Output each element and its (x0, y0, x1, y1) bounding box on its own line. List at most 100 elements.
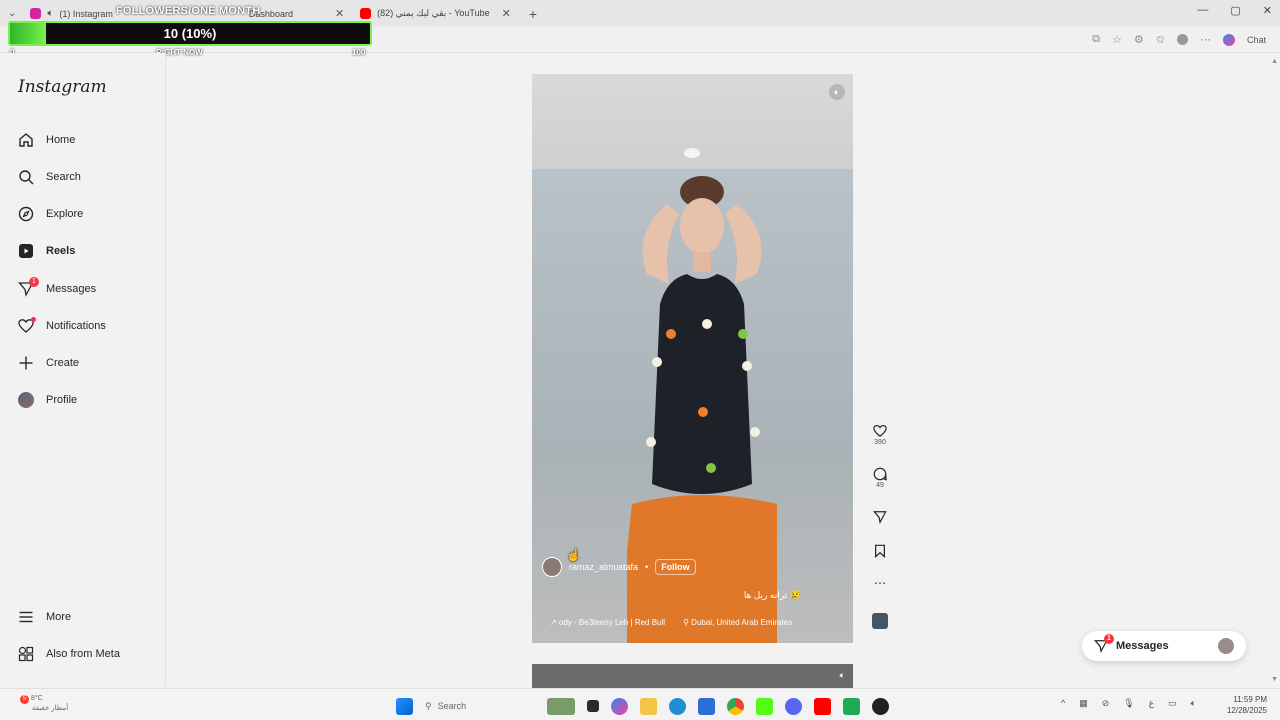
new-tab-button[interactable]: + (529, 6, 537, 22)
toolbar-icons: ⧉ ☆ ⚙ ✩ ⋯ Chat (1092, 33, 1266, 46)
sidebar-item-label: Search (46, 171, 81, 183)
avatar (18, 392, 34, 408)
messages-badge: 1 (1104, 634, 1114, 644)
discord-icon[interactable] (785, 697, 802, 715)
display-icon[interactable]: ▭ (1168, 698, 1177, 709)
maximize-button[interactable]: ▢ (1230, 4, 1240, 17)
close-window-button[interactable]: ✕ (1263, 4, 1272, 17)
meta-apps-icon (18, 646, 34, 662)
sidebar-item-create[interactable]: Create (18, 355, 79, 371)
reel-author-avatar[interactable] (542, 557, 562, 577)
sidebar-item-messages[interactable]: 1 Messages (18, 277, 96, 297)
sidebar-item-search[interactable]: Search (18, 169, 81, 185)
location-pin-icon: ⚲ (683, 618, 689, 627)
comment-icon (873, 467, 887, 481)
tray-app-icon[interactable]: ▦ (1079, 698, 1088, 709)
reel-author-separator: • (645, 562, 649, 572)
tab-close-icon[interactable]: ✕ (335, 7, 344, 20)
reels-icon (18, 243, 34, 259)
more-options-icon[interactable]: ⋯ (870, 576, 890, 590)
weather-temp: 8°C (31, 695, 43, 702)
chrome-icon[interactable] (727, 697, 744, 715)
audio-icon[interactable]: 🔈︎ (47, 8, 53, 19)
reel-author-username[interactable]: ramaz_almustafa (569, 562, 638, 572)
app-dark-icon[interactable] (872, 697, 889, 715)
extensions-icon[interactable]: ⚙ (1134, 33, 1144, 46)
audio-thumbnail[interactable] (872, 613, 888, 629)
next-reel-preview[interactable]: 🔈︎ (532, 664, 853, 688)
edge-icon[interactable] (669, 697, 686, 715)
weather-badge: 5 (20, 695, 29, 704)
sidebar-item-notifications[interactable]: Notifications (18, 317, 106, 334)
windows-start-icon[interactable] (396, 697, 413, 715)
favorite-star-icon[interactable]: ☆ (1112, 33, 1122, 46)
instagram-sidebar: Instagram Home Search Explore Reels 1 Me… (0, 53, 166, 687)
system-tray: ^ ▦ ⊘ 🎙︎ ع ▭ 🔈︎ (1061, 698, 1196, 709)
copilot-app-icon[interactable] (611, 697, 628, 715)
weather-widget[interactable]: 5 8°C أمطار خفيفة (20, 694, 68, 714)
tab-list-chevron-icon[interactable]: ⌄ (0, 8, 22, 19)
taskbar-search[interactable]: ⚲ Search (425, 696, 535, 716)
profile-avatar-icon[interactable] (1176, 34, 1188, 45)
language-indicator[interactable]: ع (1149, 698, 1154, 709)
reel-caption[interactable]: ترانه ريل ها 😢 (744, 590, 801, 601)
favorites-icon[interactable]: ✩ (1156, 33, 1165, 46)
heart-icon (18, 317, 36, 334)
sidebar-item-explore[interactable]: Explore (18, 206, 83, 222)
sidebar-item-label: More (46, 611, 72, 623)
taskbar-clock[interactable]: 11:59 PM 12/28/2025 (1227, 694, 1267, 716)
reel-ceiling (532, 74, 853, 169)
taskbar-search-label: Search (437, 701, 467, 711)
app-green-icon[interactable] (843, 697, 860, 715)
store-icon[interactable] (698, 697, 715, 715)
copilot-icon[interactable] (1222, 33, 1235, 46)
save-button[interactable] (870, 544, 890, 558)
window-controls: — ▢ ✕ (1197, 4, 1272, 17)
sidebar-item-profile[interactable]: Profile (18, 392, 77, 408)
microphone-icon[interactable]: 🎙︎ (1123, 698, 1134, 709)
sidebar-item-label: Also from Meta (46, 648, 120, 660)
mute-icon[interactable]: 🔈︎ (829, 84, 845, 100)
app-k-icon[interactable] (756, 697, 773, 715)
page-scrollbar[interactable] (1270, 53, 1280, 688)
compass-icon (18, 206, 34, 222)
bookmark-icon (875, 544, 885, 558)
sidebar-item-also-from-meta[interactable]: Also from Meta (18, 646, 120, 662)
more-options-icon[interactable]: ⋯ (1200, 33, 1211, 46)
volume-icon[interactable]: 🔈︎ (1191, 698, 1196, 709)
split-screen-icon[interactable]: ⧉ (1092, 33, 1100, 46)
messages-icon: 1 (18, 277, 39, 297)
scroll-down-icon[interactable]: ▼ (1271, 676, 1278, 683)
weather-desc: أمطار خفيفة (32, 705, 69, 712)
messages-pill[interactable]: 1 Messages (1082, 631, 1246, 661)
chevron-up-icon[interactable]: ^ (1061, 698, 1065, 709)
file-explorer-icon[interactable] (640, 697, 657, 715)
sidebar-item-home[interactable]: Home (18, 132, 75, 148)
instagram-logo[interactable]: Instagram (18, 77, 107, 97)
comment-count: 49 (876, 482, 884, 489)
menu-icon (18, 609, 34, 625)
scroll-up-icon[interactable]: ▲ (1271, 58, 1278, 65)
sidebar-item-reels[interactable]: Reels (18, 243, 75, 259)
minimize-button[interactable]: — (1197, 4, 1208, 17)
reel-audio[interactable]: ↗ ody · Be3teeny Leh | Red Bull (550, 618, 665, 627)
follow-button[interactable]: Follow (655, 559, 696, 575)
reel-location[interactable]: ⚲ Dubai, United Arab Emirates (683, 618, 792, 627)
share-button[interactable] (870, 510, 890, 524)
tab-youtube[interactable]: بقي ليك يمني (82) - YouTube ✕ (352, 0, 519, 27)
task-view-icon[interactable] (587, 700, 599, 712)
search-icon (18, 169, 34, 185)
tab-close-icon[interactable]: ✕ (502, 7, 511, 20)
share-icon (873, 511, 887, 524)
youtube-icon[interactable] (814, 697, 831, 715)
like-button[interactable]: 390 (870, 424, 890, 446)
widgets-icon[interactable] (547, 697, 575, 715)
sidebar-item-label: Home (46, 134, 76, 146)
chat-label[interactable]: Chat (1247, 35, 1266, 45)
mute-icon[interactable]: 🔈︎ (840, 670, 845, 681)
comment-button[interactable]: 49 (870, 467, 890, 489)
plus-icon (18, 355, 34, 371)
tray-network-off-icon[interactable]: ⊘ (1102, 698, 1110, 709)
sidebar-item-more[interactable]: More (18, 609, 71, 625)
sidebar-item-label: Reels (46, 245, 76, 257)
